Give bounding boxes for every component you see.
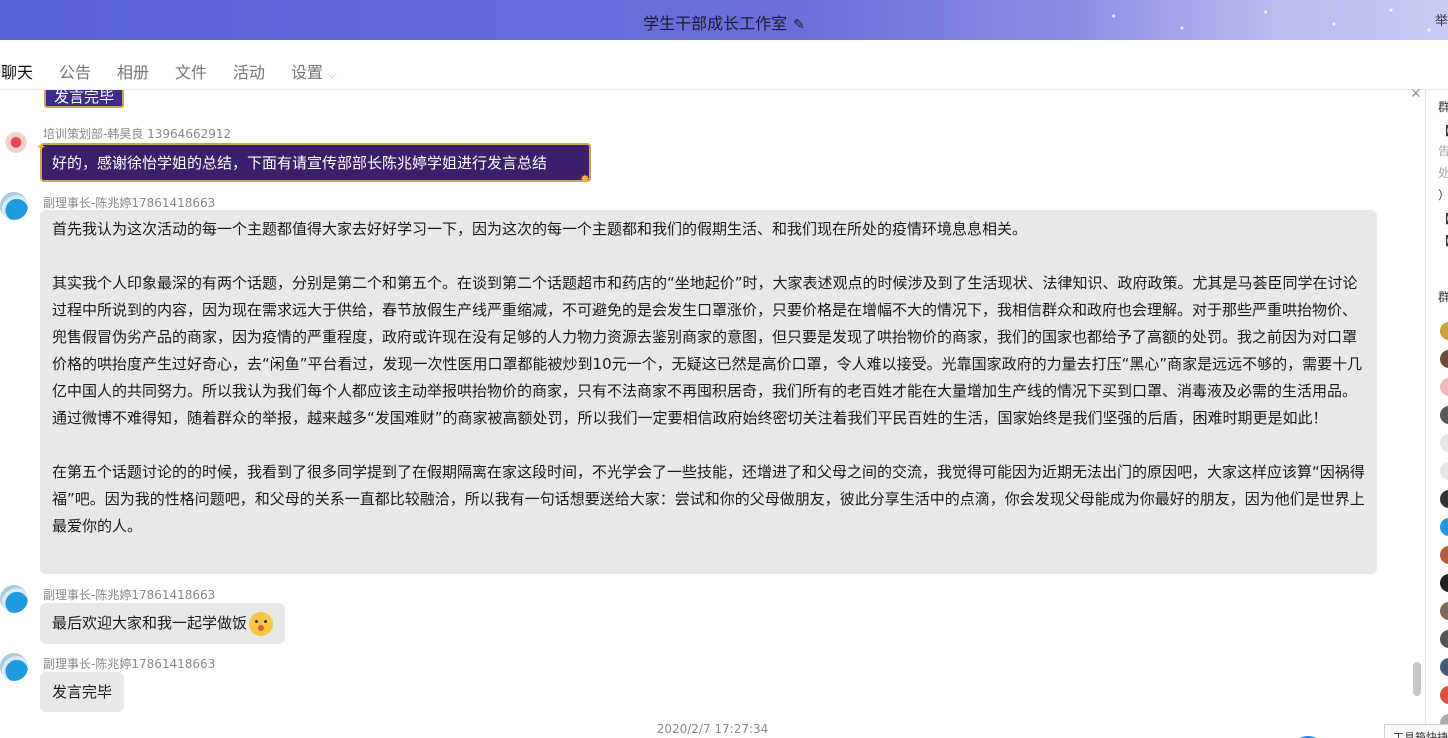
panel-header: 群 [1438, 98, 1448, 115]
tab-activities[interactable]: 活动 [233, 59, 265, 83]
panel-line: 【 [1438, 122, 1448, 139]
avatar[interactable] [0, 192, 28, 220]
surprised-face-icon [249, 611, 274, 636]
message-paragraph: 在第五个话题讨论的的时候，我看到了很多同学提到了在假期隔离在家这段时间，不光学会… [52, 463, 1365, 535]
avatar[interactable] [0, 653, 28, 681]
member-avatar[interactable] [1440, 686, 1448, 704]
tab-files[interactable]: 文件 [175, 59, 207, 83]
member-avatar[interactable] [1440, 602, 1448, 620]
panel-line: 【 [1438, 210, 1448, 227]
message-paragraph: 首先我认为这次活动的每一个主题都值得大家去好好学习一下，因为这次的每一个主题都和… [52, 220, 1028, 238]
panel-line: 【 [1438, 232, 1448, 249]
toolbox-shortcut[interactable]: 工具箱快捷 [1384, 724, 1448, 738]
chat-history[interactable]: 发言完毕 培训策划部-韩昊良 13964662912 好的，感谢徐怡学姐的总结，… [0, 90, 1425, 738]
member-avatar[interactable] [1440, 350, 1448, 368]
member-avatar[interactable] [1440, 490, 1448, 508]
message-bubble: 好的，感谢徐怡学姐的总结，下面有请宣传部部长陈兆婷学姐进行发言总结 [40, 143, 591, 182]
member-avatar[interactable] [1440, 462, 1448, 480]
member-avatar[interactable] [1440, 518, 1448, 536]
tab-settings[interactable]: 设置 ⌵ [291, 59, 336, 83]
message-timestamp: 2020/2/7 17:27:34 [656, 722, 769, 736]
sparkle-icon: ✸ [580, 172, 591, 186]
group-info-panel: 群 【 告 处 ） 【 【 群 [1425, 90, 1448, 738]
panel-line: 处 [1438, 164, 1448, 181]
message-bubble: 最后欢迎大家和我一起学做饭 [40, 603, 286, 644]
group-name: 学生干部成长工作室 [643, 14, 788, 33]
member-avatar[interactable] [1440, 574, 1448, 592]
close-icon[interactable]: ✕ [1410, 86, 1422, 102]
message-bubble: 首先我认为这次活动的每一个主题都值得大家去好好学习一下，因为这次的每一个主题都和… [40, 210, 1377, 574]
panel-line: ） [1438, 186, 1448, 203]
message-bubble-partial: 发言完毕 [44, 90, 125, 108]
tab-announcement[interactable]: 公告 [59, 59, 91, 83]
message-paragraph: 其实我个人印象最深的有两个话题，分别是第二个和第五个。在谈到第二个话题超市和药店… [52, 274, 1363, 427]
tab-chat[interactable]: 聊天 [1, 59, 33, 83]
sender-name: 副理事长-陈兆婷17861418663 [43, 196, 216, 210]
avatar[interactable] [0, 585, 28, 613]
member-avatar[interactable] [1440, 546, 1448, 564]
member-avatar[interactable] [1440, 658, 1448, 676]
member-avatar[interactable] [1440, 630, 1448, 648]
message-bubble: 发言完毕 [40, 672, 125, 712]
tab-settings-label: 设置 [291, 63, 324, 82]
panel-header: 群 [1438, 288, 1448, 305]
pencil-icon[interactable]: ✎ [793, 17, 805, 33]
window-title: 学生干部成长工作室 ✎ [0, 10, 1448, 34]
member-avatar[interactable] [1440, 378, 1448, 396]
tab-album[interactable]: 相册 [117, 59, 149, 83]
tab-bar: 聊天 公告 相册 文件 活动 设置 ⌵ [0, 40, 1448, 90]
sender-name: 副理事长-陈兆婷17861418663 [43, 657, 216, 671]
chat-scrollbar[interactable] [1413, 662, 1421, 696]
report-link[interactable]: 举 [1435, 10, 1448, 29]
sender-name: 培训策划部-韩昊良 13964662912 [43, 127, 232, 141]
chevron-down-icon: ⌵ [328, 68, 337, 81]
member-avatar[interactable] [1440, 434, 1448, 452]
avatar[interactable] [2, 127, 30, 155]
sender-name: 副理事长-陈兆婷17861418663 [43, 588, 216, 602]
sparkle-icon: ✦ [36, 140, 47, 154]
member-avatar[interactable] [1440, 406, 1448, 424]
message-text: 最后欢迎大家和我一起学做饭 [52, 614, 248, 632]
member-avatar[interactable] [1440, 322, 1448, 340]
title-bar: 学生干部成长工作室 ✎ 举 [0, 0, 1448, 40]
panel-line: 告 [1438, 142, 1448, 159]
